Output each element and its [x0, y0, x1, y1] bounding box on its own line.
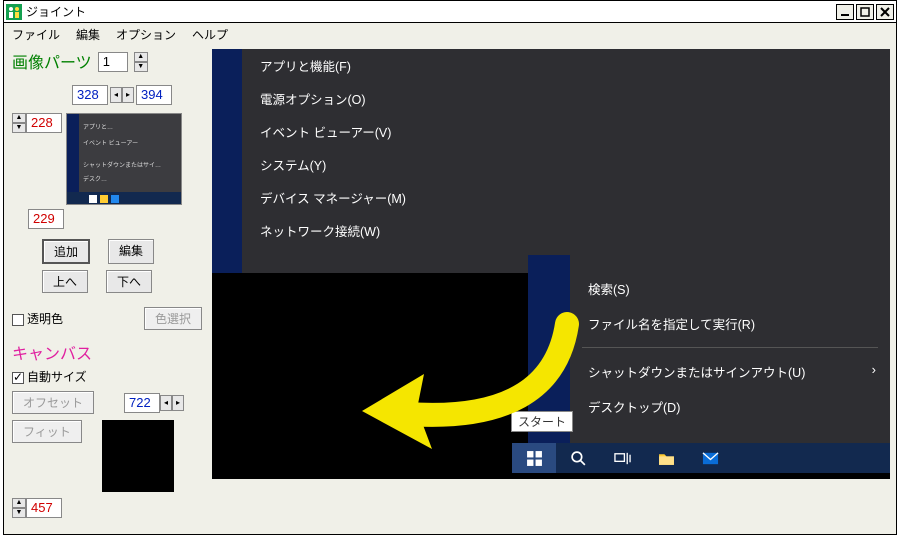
canvas-w-slider[interactable]: ◂▸ [160, 395, 184, 411]
windows-icon [526, 450, 543, 467]
winx-device-manager[interactable]: デバイス マネージャー(M) [242, 181, 576, 214]
edit-button[interactable]: 編集 [108, 239, 154, 264]
folder-icon [658, 450, 675, 467]
w-input[interactable]: 394 [136, 85, 172, 105]
start-tooltip: スタート [511, 411, 573, 432]
h-input[interactable]: 229 [28, 209, 64, 229]
taskbar-search[interactable] [556, 443, 600, 473]
fit-button[interactable]: フィット [12, 420, 82, 443]
chevron-right-icon: › [872, 362, 876, 377]
window-title: ジョイント [26, 3, 836, 20]
canvas-area: アプリと機能(F) 電源オプション(O) イベント ビューアー(V) システム(… [212, 49, 890, 479]
taskbar-mail[interactable] [688, 443, 732, 473]
menu-edit[interactable]: 編集 [76, 26, 100, 43]
transparent-checkbox[interactable]: 透明色 [12, 310, 63, 327]
winx-run[interactable]: ファイル名を指定して実行(R) [570, 306, 890, 341]
winx-search[interactable]: 検索(S) [570, 271, 890, 306]
taskbar-explorer[interactable] [644, 443, 688, 473]
menu-file[interactable]: ファイル [12, 26, 60, 43]
titlebar: ジョイント [4, 1, 896, 23]
parts-index-spinner[interactable]: ▲▼ [134, 52, 148, 72]
app-icon [6, 4, 22, 20]
separator [582, 347, 878, 348]
autosize-checkbox[interactable]: 自動サイズ [12, 368, 202, 385]
winx-system[interactable]: システム(Y) [242, 148, 576, 181]
offset-button[interactable]: オフセット [12, 391, 94, 414]
task-view-icon [614, 450, 631, 467]
taskbar [512, 443, 890, 473]
canvas-h-input[interactable]: 457 [26, 498, 62, 518]
canvas-thumbnail [102, 420, 174, 492]
blue-column [528, 255, 570, 473]
down-button[interactable]: 下へ [106, 270, 152, 293]
winx-apps-features[interactable]: アプリと機能(F) [242, 49, 576, 82]
winx-power-options[interactable]: 電源オプション(O) [242, 82, 576, 115]
menu-help[interactable]: ヘルプ [192, 26, 228, 43]
winx-shutdown[interactable]: シャットダウンまたはサインアウト(U)› [570, 354, 890, 389]
section-canvas: キャンバス [12, 340, 202, 364]
menu-options[interactable]: オプション [116, 26, 176, 43]
close-button[interactable] [876, 4, 894, 20]
winx-event-viewer[interactable]: イベント ビューアー(V) [242, 115, 576, 148]
canvas-h-spinner[interactable]: ▲▼ [12, 498, 26, 518]
taskbar-taskview[interactable] [600, 443, 644, 473]
up-button[interactable]: 上へ [42, 270, 88, 293]
winx-network[interactable]: ネットワーク接続(W) [242, 214, 576, 247]
winx-menu-right: 検索(S) ファイル名を指定して実行(R) シャットダウンまたはサインアウト(U… [570, 49, 890, 443]
parts-index-input[interactable]: 1 [98, 52, 128, 72]
section-image-parts: 画像パーツ [12, 49, 92, 73]
menubar: ファイル 編集 オプション ヘルプ [4, 23, 896, 45]
y-input[interactable]: 228 [26, 113, 62, 133]
winx-menu-left: アプリと機能(F) 電源オプション(O) イベント ビューアー(V) システム(… [242, 49, 576, 273]
canvas-w-input[interactable]: 722 [124, 393, 160, 413]
search-icon [570, 450, 587, 467]
pick-color-button[interactable]: 色選択 [144, 307, 202, 330]
start-button[interactable] [512, 443, 556, 473]
minimize-button[interactable] [836, 4, 854, 20]
x-input[interactable]: 328 [72, 85, 108, 105]
maximize-button[interactable] [856, 4, 874, 20]
y-spinner[interactable]: ▲▼ [12, 113, 26, 133]
winx-blue-strip [212, 49, 242, 273]
part-thumbnail[interactable]: アプリと… イベント ビューアー シャットダウンまたはサイ… デスク… [66, 113, 182, 205]
winx-desktop[interactable]: デスクトップ(D) [570, 389, 890, 424]
x-slider[interactable]: ◂▸ [110, 87, 134, 103]
add-button[interactable]: 追加 [42, 239, 90, 264]
mail-icon [702, 450, 719, 467]
